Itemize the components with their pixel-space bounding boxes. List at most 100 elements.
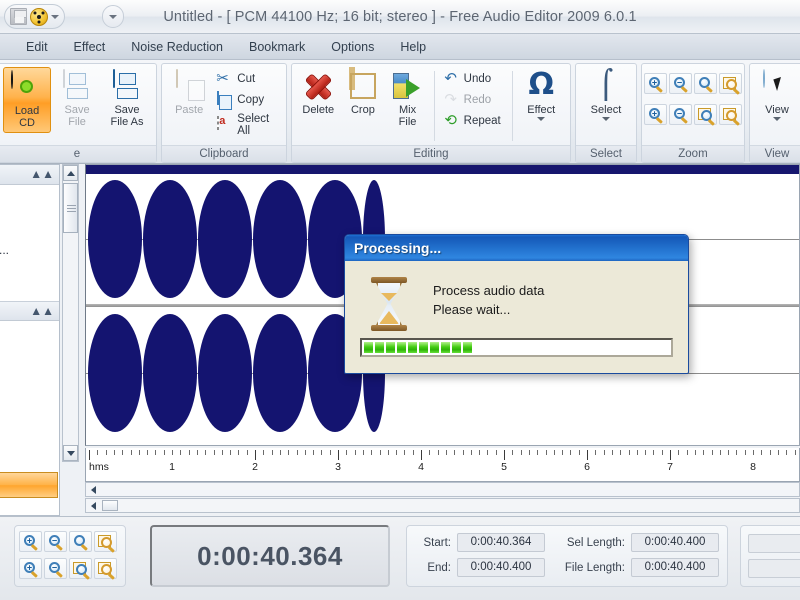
progress-segment [463, 342, 472, 353]
timeline-ruler[interactable]: hms 1 2 3 4 5 6 7 8 [85, 448, 800, 482]
zoom-reset-icon[interactable] [94, 558, 117, 579]
ruler-minor-tick [521, 450, 522, 455]
zoom-fit-icon[interactable] [694, 104, 717, 125]
blank-field-one[interactable] [748, 534, 800, 553]
waveform-horizontal-scrollbar[interactable] [85, 482, 800, 497]
zoom-reset-icon[interactable] [719, 104, 742, 125]
menu-item-edit[interactable]: Edit [14, 37, 60, 57]
blank-field-two[interactable] [748, 559, 800, 578]
paste-icon [173, 70, 205, 102]
ruler-minor-tick [687, 450, 688, 455]
ruler-major-tick [670, 450, 671, 460]
ribbon-group-clipboard: Paste Cut Copy Select All [161, 63, 287, 163]
ruler-minor-tick [595, 450, 596, 455]
load-cd-button[interactable]: LoadCD [3, 67, 51, 133]
scroll-up-arrow-icon[interactable] [63, 165, 78, 181]
ruler-major-tick [338, 450, 339, 460]
ruler-label: 5 [501, 461, 507, 473]
delete-button[interactable]: Delete [297, 67, 340, 119]
sidebar-panel-one-header[interactable]: ▲▲ [0, 165, 59, 185]
file-length-value[interactable]: 0:00:40.400 [631, 558, 719, 577]
undo-icon: ↶ [443, 71, 459, 87]
menu-item-help[interactable]: Help [388, 37, 438, 57]
ruler-minor-tick [114, 450, 115, 455]
sel-length-value[interactable]: 0:00:40.400 [631, 533, 719, 552]
ruler-minor-tick [288, 450, 289, 455]
zoom-out-icon[interactable]: − [669, 73, 692, 94]
chevron-down-icon[interactable] [602, 117, 610, 121]
select-button[interactable]: ⌠ Select [581, 67, 631, 124]
zoom-vertical-in-icon[interactable]: + [644, 104, 667, 125]
menu-item-bookmark[interactable]: Bookmark [237, 37, 317, 57]
ruler-minor-tick [106, 450, 107, 455]
zoom-in-icon[interactable]: + [19, 531, 42, 552]
ruler-minor-tick [745, 450, 746, 455]
save-file-button[interactable]: SaveFile [53, 67, 101, 131]
effect-button[interactable]: Ω Effect [518, 67, 565, 124]
sidebar-panel-one-body: s)... [0, 185, 59, 301]
zoom-vertical-in-icon[interactable]: + [19, 558, 42, 579]
waveform-header-bar [86, 165, 799, 174]
zoom-selection-icon[interactable] [694, 73, 717, 94]
mix-file-button[interactable]: MixFile [386, 67, 429, 131]
start-value[interactable]: 0:00:40.364 [457, 533, 545, 552]
ruler-minor-tick [537, 450, 538, 455]
view-button[interactable]: View [755, 67, 799, 124]
repeat-button[interactable]: ⟲ Repeat [440, 111, 507, 131]
sidebar-panel-one-text: s)... [0, 243, 53, 257]
zoom-all-icon[interactable] [719, 73, 742, 94]
zoom-out-icon[interactable]: − [44, 531, 67, 552]
undo-button[interactable]: ↶ Undo [440, 69, 507, 89]
ruler-minor-tick [496, 450, 497, 455]
ruler-label: 4 [418, 461, 424, 473]
chevron-up-icon[interactable]: ▲▲ [30, 168, 54, 180]
scroll-left-arrow-icon[interactable] [86, 483, 100, 496]
zoom-vertical-out-icon[interactable]: − [669, 104, 692, 125]
progress-segment [364, 342, 373, 353]
scrollbar-thumb[interactable] [63, 183, 78, 233]
sidebar-panel-two-header[interactable]: ▲▲ [0, 301, 59, 321]
overview-horizontal-scrollbar[interactable] [85, 498, 800, 513]
mix-file-icon [392, 70, 424, 102]
copy-button[interactable]: Copy [213, 90, 281, 110]
zoom-button-row-1: + − [641, 70, 745, 97]
crop-button[interactable]: Crop [342, 67, 385, 119]
redo-button[interactable]: ↷ Redo [440, 90, 507, 110]
ruler-label: 2 [252, 461, 258, 473]
ruler-minor-tick [529, 450, 530, 455]
scrollbar-thumb[interactable] [102, 500, 118, 511]
i-beam-icon: ⌠ [590, 70, 622, 102]
zoom-vertical-out-icon[interactable]: − [44, 558, 67, 579]
chevron-up-icon[interactable]: ▲▲ [30, 305, 54, 317]
select-all-button[interactable]: Select All [213, 111, 281, 139]
chevron-down-icon[interactable] [537, 117, 545, 121]
chevron-down-icon[interactable] [773, 117, 781, 121]
sidebar-vertical-scrollbar[interactable] [62, 164, 79, 462]
menu-item-effect[interactable]: Effect [62, 37, 118, 57]
progress-segment [441, 342, 450, 353]
menu-item-noise-reduction[interactable]: Noise Reduction [119, 37, 235, 57]
paste-button[interactable]: Paste [167, 67, 211, 119]
zoom-selection-icon[interactable] [69, 531, 92, 552]
save-file-as-button[interactable]: SaveFile As [103, 67, 151, 131]
cut-button[interactable]: Cut [213, 69, 281, 89]
floppy-blue-icon [111, 70, 143, 102]
ruler-minor-tick [164, 450, 165, 455]
sidebar-orange-button[interactable] [0, 472, 58, 498]
end-value[interactable]: 0:00:40.400 [457, 558, 545, 577]
zoom-all-icon[interactable] [94, 531, 117, 552]
ruler-minor-tick [546, 450, 547, 455]
zoom-in-icon[interactable]: + [644, 73, 667, 94]
ruler-label: 3 [335, 461, 341, 473]
waveform-lobe [198, 314, 252, 432]
ruler-minor-tick [604, 450, 605, 455]
scroll-down-arrow-icon[interactable] [63, 445, 78, 461]
ruler-minor-tick [454, 450, 455, 455]
ruler-minor-tick [214, 450, 215, 455]
zoom-fit-icon[interactable] [69, 558, 92, 579]
ruler-minor-tick [703, 450, 704, 455]
scroll-left-arrow-icon[interactable] [86, 499, 100, 512]
save-file-label-bottom: File [68, 116, 86, 128]
menu-item-options[interactable]: Options [319, 37, 386, 57]
progress-segment [375, 342, 384, 353]
